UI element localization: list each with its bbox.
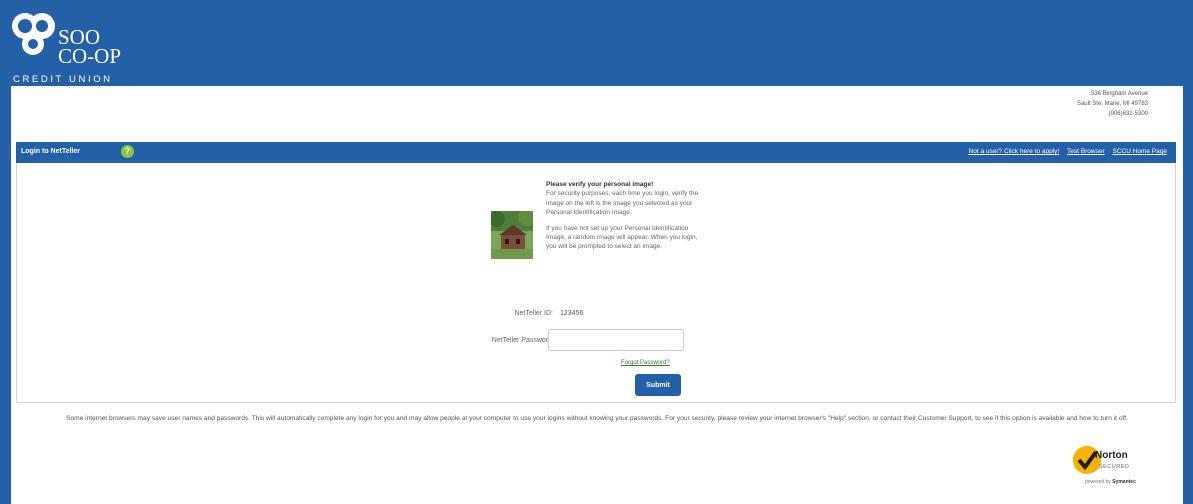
password-input[interactable]	[548, 329, 684, 351]
submit-button[interactable]: Submit	[635, 374, 681, 396]
help-icon[interactable]: ?	[121, 145, 134, 158]
logo-text-coop: CO-OP	[58, 44, 122, 68]
branch-address: 536 Bingham Avenue Sault Ste. Marie, MI …	[1077, 89, 1148, 119]
home-page-link[interactable]: SCCU Home Page	[1112, 148, 1167, 155]
address-street: 536 Bingham Avenue	[1091, 91, 1148, 97]
powered-prefix: powered by	[1085, 479, 1111, 485]
apply-link[interactable]: Not a user? Click here to apply!	[969, 148, 1060, 155]
main-content: 536 Bingham Avenue Sault Ste. Marie, MI …	[11, 86, 1183, 504]
page-title: Login to NetTeller	[21, 148, 80, 155]
verify-paragraph-1: For security purposes, each time you log…	[546, 190, 699, 217]
personal-image	[491, 211, 533, 259]
netteller-id-value: 123456	[560, 310, 584, 317]
address-city: Sault Ste. Marie, MI 49783	[1076, 101, 1148, 107]
norton-powered-by: powered by Symantec	[1085, 479, 1136, 485]
norton-secured-seal[interactable]: Norton SECURED powered by Symantec	[1073, 444, 1145, 490]
site-header: SOO CO-OP CREDIT UNION	[0, 0, 1193, 86]
verify-paragraph-2: If you have not set up your Personal Ide…	[546, 224, 698, 251]
norton-brand: Norton	[1095, 450, 1128, 461]
verify-image-message: Please verify your personal image! For s…	[546, 180, 706, 258]
logo-text-credit-union: CREDIT UNION	[13, 74, 113, 85]
netteller-id-label: NetTeller ID:	[514, 310, 553, 317]
login-titlebar: Login to NetTeller ? Not a user? Click h…	[16, 142, 1176, 163]
verify-title: Please verify your personal image!	[546, 181, 654, 188]
soo-coop-logo[interactable]: SOO CO-OP CREDIT UNION	[11, 10, 131, 86]
password-disclaimer: Some internet browsers may save user nam…	[66, 415, 1128, 422]
password-label: NetTeller Password:	[491, 337, 554, 344]
address-phone: (906)632-5300	[1108, 111, 1148, 117]
test-browser-link[interactable]: Test Browser	[1067, 148, 1105, 155]
forgot-password-link[interactable]: Forgot Password?	[621, 360, 670, 366]
titlebar-links: Not a user? Click here to apply! Test Br…	[963, 148, 1167, 155]
norton-secured: SECURED	[1099, 464, 1130, 470]
logo-mark-icon	[12, 13, 55, 55]
powered-brand: Symantec	[1112, 479, 1136, 485]
